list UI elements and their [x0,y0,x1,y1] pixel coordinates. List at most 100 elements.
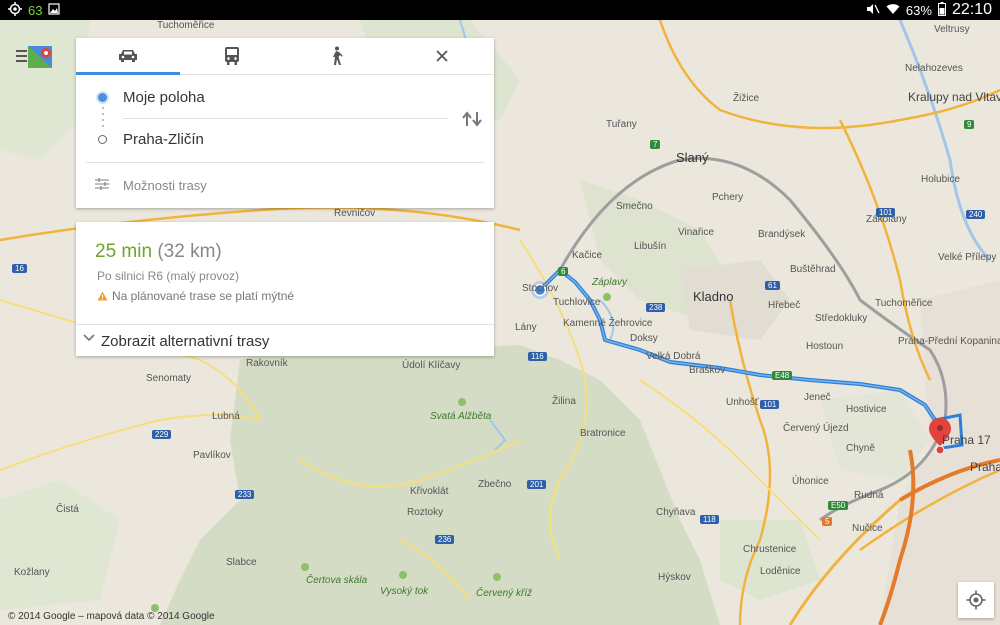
map-label: Červený kříž [476,588,533,599]
road-shield: 61 [765,281,780,290]
road-shield: 201 [527,480,547,489]
map-label: Kamenné Žehrovice [563,318,653,329]
map-label: Kralupy nad Vltavou [908,90,1000,104]
route-summary: 25 min (32 km) [95,241,222,263]
location-icon [8,2,22,19]
map-label: Údolí Klíčavy [402,360,461,371]
map-label: Tuchlovice [553,297,601,308]
map-label: Velká Dobrá [646,351,701,362]
divider [86,162,484,163]
map-label: Senomaty [146,373,192,384]
hamburger-icon [16,46,52,68]
route-options-button[interactable]: Možnosti trasy [76,170,494,200]
map-label: Čistá [56,504,79,515]
map-label: Buštěhrad [790,264,836,275]
road-shield: 9 [964,120,975,129]
battery-level: 63% [905,2,932,18]
wifi-icon [886,3,900,18]
origin-dot-icon [98,93,107,102]
close-icon [436,50,448,62]
map-label: Kožlany [14,567,50,578]
clock: 22:10 [951,1,992,18]
origin-field[interactable]: Moje poloha [76,78,494,118]
directions-panel: Moje poloha Praha-Zličín Možnosti trasy [76,38,494,208]
route-via: Po silnici R6 (malý provoz) [97,269,240,283]
map-label: Praha 17 [942,433,991,447]
map-label: Chrustenice [743,544,797,555]
map-label: Úhonice [792,476,829,487]
map-label: Unhošť [726,397,759,408]
close-button[interactable] [390,38,494,74]
map-label: Tuřany [606,119,637,130]
road-shield: 240 [966,210,986,219]
warning-icon [97,291,108,301]
map-label: Záplavy [592,277,628,288]
map-label: Stochov [522,283,559,294]
map-label: Praha [970,460,1000,474]
road-shield: 233 [235,490,255,499]
status-bar: 63 63% 22:10 [0,0,1000,20]
map-label: Libušín [634,241,667,252]
car-icon [119,50,137,62]
map-label: Jeneč [804,392,831,403]
destination-text: Praha-Zličín [123,131,204,148]
my-location-button[interactable] [958,582,994,618]
show-alternatives-button[interactable]: Zobrazit alternativní trasy [76,324,494,357]
mute-icon [866,3,880,18]
map-label: Tuchoměřice [157,20,215,31]
map-label: Kačice [572,250,603,261]
distance: (32 km) [157,241,222,262]
map-label: Chyňava [656,507,696,518]
map-label: Roztoky [407,507,444,518]
road-shield: 5 [822,517,833,526]
crosshair-icon [966,590,986,610]
map-label: Rakovník [246,358,288,369]
chevron-down-icon [83,334,95,342]
map-label: Vinařice [678,227,714,238]
map-label: Holubice [921,174,960,185]
map-label: Lány [515,322,537,333]
toll-warning-text: Na plánované trase se platí mýtné [112,289,295,303]
road-shield: 101 [760,400,780,409]
origin-text: Moje poloha [123,89,205,106]
road-shield: 238 [646,303,666,312]
map-label: Lubná [212,411,240,422]
map-label: Hostoun [806,341,844,352]
map-label: Svatá Alžběta [430,411,492,422]
map-label: Hřebeč [768,300,801,311]
map-label: Vysoký tok [380,586,429,597]
map-label: Rudná [854,490,884,501]
route-result-card[interactable]: 25 min (32 km) Po silnici R6 (malý provo… [76,222,494,356]
mode-car-tab[interactable] [76,38,180,75]
map-label: Křivoklát [410,486,449,497]
road-shield: E50 [828,501,849,510]
toll-warning: Na plánované trase se platí mýtné [97,289,294,303]
map-label: Brandýsek [758,229,806,240]
swap-icon [462,111,482,127]
map-label: Žilina [552,396,576,407]
map-label: Zbečno [478,479,512,490]
walk-icon [333,46,343,65]
duration-unit: min [121,241,153,262]
sliders-icon [95,178,109,190]
road-shield: 6 [558,267,569,276]
battery-icon [937,1,946,19]
divider [123,118,448,119]
mode-walk-tab[interactable] [284,38,388,74]
travel-mode-bar [76,38,494,75]
road-shield: 229 [152,430,172,439]
map-label: Červený Újezd [783,423,849,434]
map-label: Loděnice [760,566,801,577]
map-label: Řevničov [334,208,376,219]
map-label: Pavlíkov [193,450,231,461]
swap-button[interactable] [461,110,483,132]
status-number: 63 [28,3,43,18]
road-shield: 7 [650,140,661,149]
map-label: Chyně [846,443,875,454]
mode-transit-tab[interactable] [180,38,284,74]
menu-button[interactable] [12,44,58,70]
map-label: Hostivice [846,404,887,415]
bus-icon [225,47,239,65]
map-label: Slaný [676,150,709,165]
destination-field[interactable]: Praha-Zličín [76,120,494,160]
